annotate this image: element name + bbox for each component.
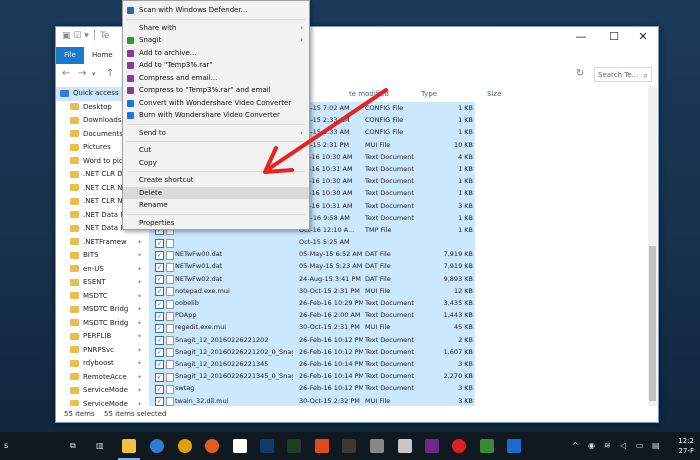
clock[interactable]: 12:2 27-F bbox=[678, 436, 694, 456]
firefox-icon[interactable] bbox=[205, 439, 219, 453]
task-view-icon[interactable]: ⧉ bbox=[70, 441, 76, 451]
app-icon[interactable] bbox=[398, 439, 412, 453]
keyboard-icon[interactable]: ▭ bbox=[636, 441, 644, 450]
edge-icon[interactable] bbox=[150, 439, 164, 453]
app-icon-2[interactable] bbox=[425, 439, 439, 453]
volume-icon[interactable]: ◁ bbox=[620, 441, 626, 450]
tray-chevron-icon[interactable]: ^ bbox=[572, 441, 579, 450]
store-icon[interactable] bbox=[233, 439, 247, 453]
taskbar-cut-icon: s bbox=[4, 441, 9, 450]
app-icon-4[interactable] bbox=[480, 439, 494, 453]
notification-icon[interactable]: ▤ bbox=[652, 441, 660, 450]
clock-time: 12:2 bbox=[678, 437, 694, 445]
taskbar: s ⧉ ▥ ^ ◉ ≋ ◁ ▭ ▤ 12:2 27-F bbox=[0, 432, 700, 460]
audition-icon[interactable] bbox=[287, 439, 301, 453]
media-player-icon[interactable] bbox=[342, 439, 356, 453]
annotation-arrow bbox=[263, 88, 388, 174]
calculator-icon[interactable] bbox=[370, 439, 384, 453]
chrome-icon[interactable] bbox=[178, 439, 192, 453]
file-explorer-taskbar-icon[interactable] bbox=[122, 439, 136, 453]
office-icon[interactable] bbox=[315, 439, 329, 453]
app-icon-3[interactable] bbox=[452, 439, 466, 453]
app-icon-5[interactable] bbox=[507, 439, 521, 453]
windows-store-icon[interactable]: ▥ bbox=[96, 441, 104, 450]
photoshop-icon[interactable] bbox=[260, 439, 274, 453]
clock-date: 27-F bbox=[678, 447, 694, 455]
network-icon[interactable]: ◉ bbox=[588, 441, 595, 450]
wifi-icon[interactable]: ≋ bbox=[604, 441, 611, 450]
